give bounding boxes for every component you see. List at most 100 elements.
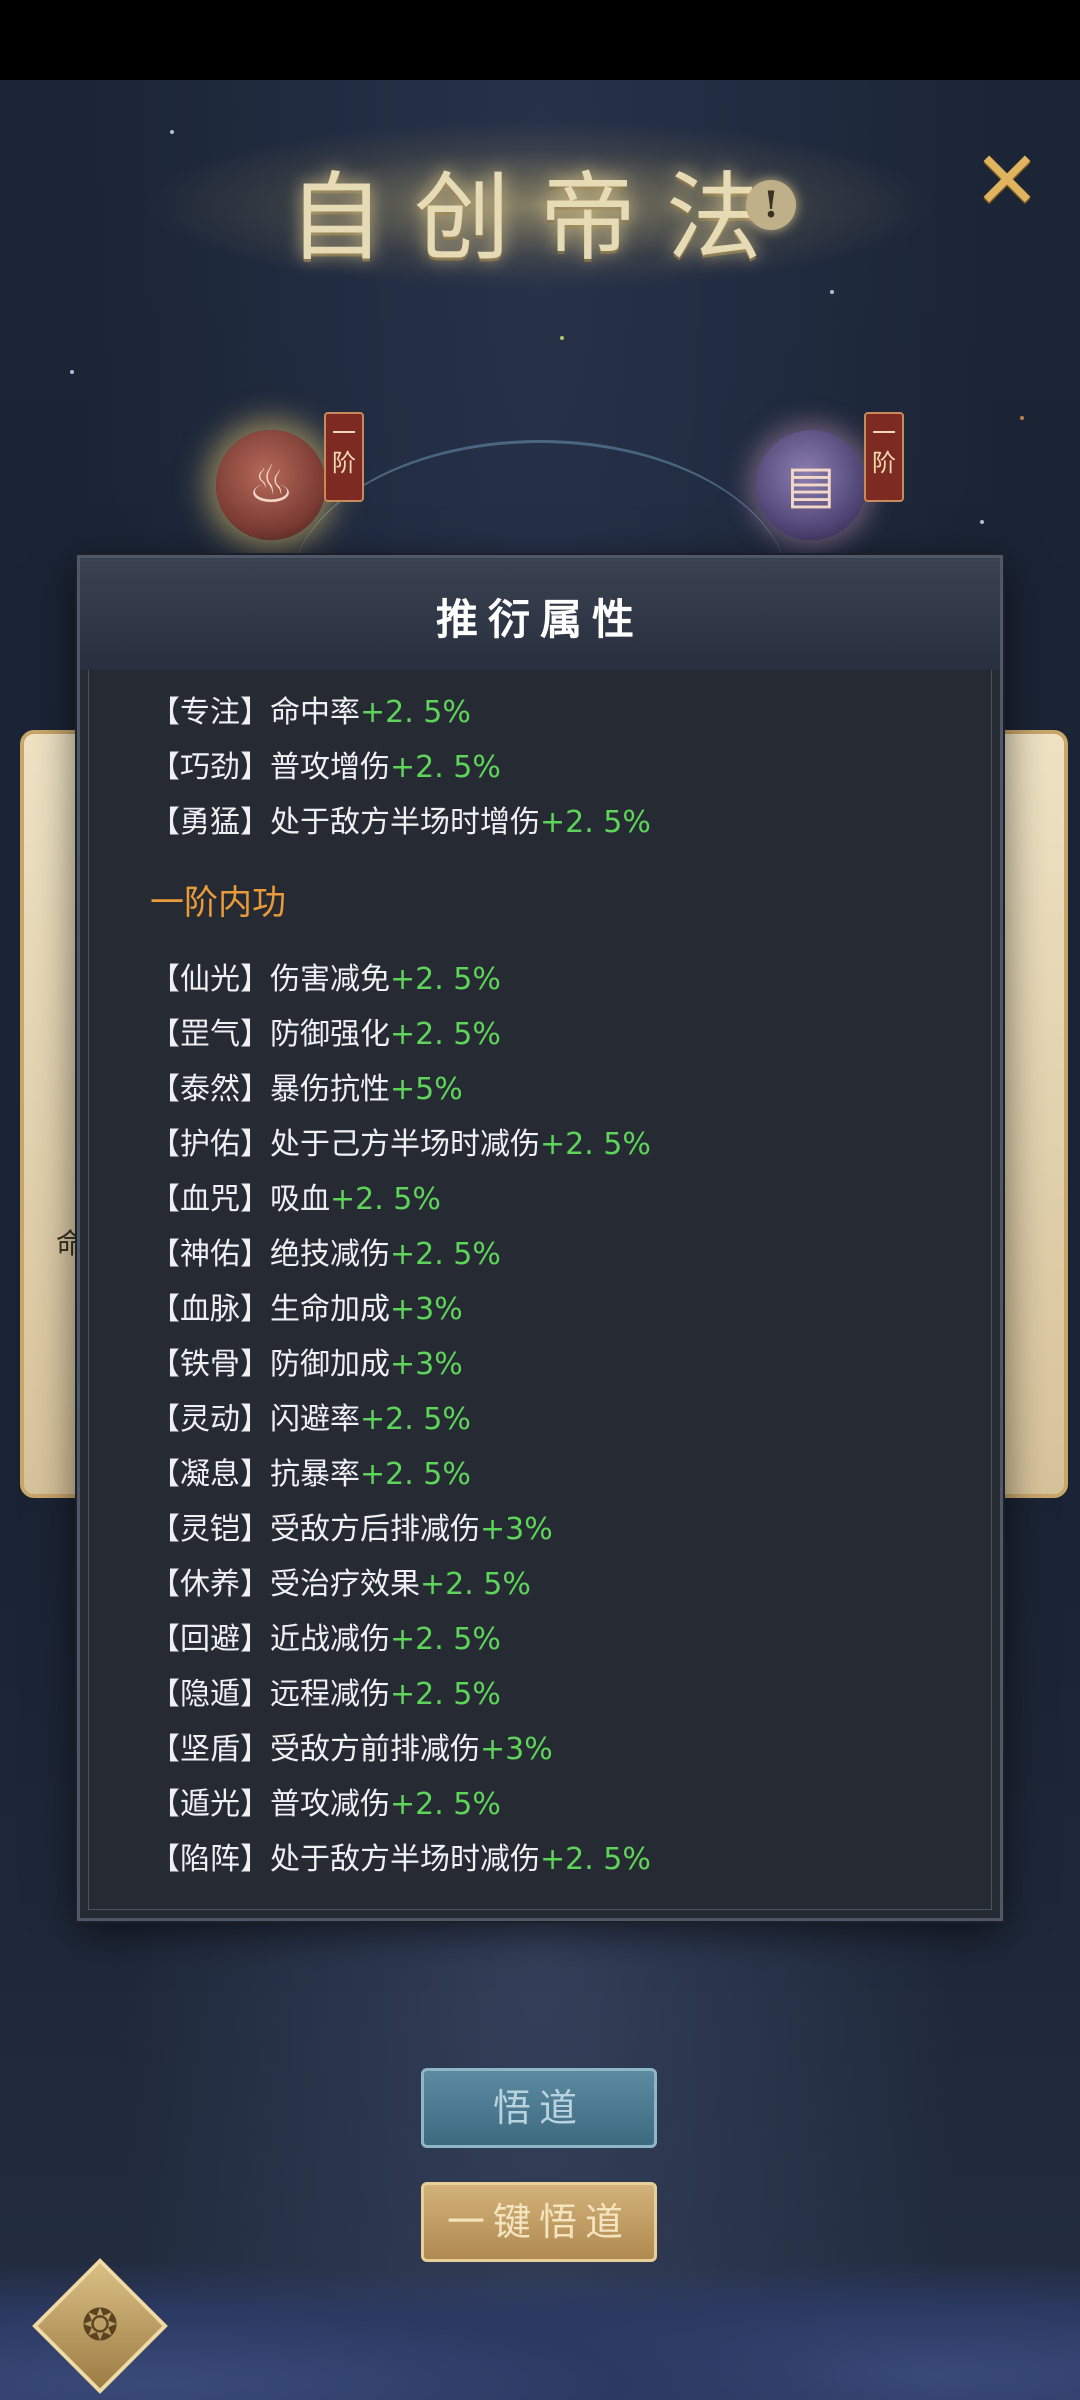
attribute-name: 【休养】: [150, 1567, 270, 1602]
attribute-name: 【专注】: [150, 695, 270, 730]
attribute-bonus: +2.5%: [390, 670, 491, 675]
attribute-row: 【血脉】生命加成+3%: [150, 1282, 930, 1337]
attribute-bonus: +2. 5%: [360, 1402, 471, 1437]
attribute-row: 【神佑】绝技减伤+2. 5%: [150, 1227, 930, 1282]
attribute-list-viewport[interactable]: 【闪避】伤害减免+2.5%【专注】命中率+2. 5%【巧劲】普攻增伤+2. 5%…: [80, 670, 1000, 1885]
swirl-icon: ❂: [81, 2300, 119, 2351]
attribute-row: 【回避】近战减伤+2. 5%: [150, 1612, 930, 1667]
attribute-bonus: +2. 5%: [390, 1677, 501, 1712]
attribute-bonus: +2. 5%: [390, 1622, 501, 1657]
attribute-bonus: +2. 5%: [540, 1842, 651, 1877]
attribute-bonus: +2. 5%: [330, 1182, 441, 1217]
attribute-name: 【灵铠】: [150, 1512, 270, 1547]
rank-tag-right: 一 阶: [864, 412, 904, 502]
attribute-row: 【巧劲】普攻增伤+2. 5%: [150, 740, 930, 795]
attribute-name: 【护佑】: [150, 1127, 270, 1162]
panel-header: 推衍属性: [80, 558, 1000, 670]
attribute-row: 【护佑】处于己方半场时减伤+2. 5%: [150, 1117, 930, 1172]
attribute-name: 【坚盾】: [150, 1732, 270, 1767]
attribute-desc: 普攻增伤: [270, 750, 390, 785]
attribute-bonus: +5%: [390, 1072, 463, 1107]
attribute-desc: 处于敌方半场时增伤: [270, 805, 540, 840]
attribute-row: 【灵动】闪避率+2. 5%: [150, 1392, 930, 1447]
info-icon[interactable]: !: [746, 180, 796, 230]
attribute-name: 【血咒】: [150, 1182, 270, 1217]
attribute-desc: 受敌方后排减伤: [270, 1512, 480, 1547]
attribute-desc: 普攻减伤: [270, 1787, 390, 1822]
panel-title: 推衍属性: [435, 595, 644, 644]
attribute-desc: 伤害减免: [270, 962, 390, 997]
attribute-row: 【凝息】抗暴率+2. 5%: [150, 1447, 930, 1502]
attribute-name: 【遁光】: [150, 1787, 270, 1822]
attribute-panel: 推衍属性 【闪避】伤害减免+2.5%【专注】命中率+2. 5%【巧劲】普攻增伤+…: [77, 555, 1003, 1921]
attribute-row: 【陷阵】处于敌方半场时减伤+2. 5%: [150, 1832, 930, 1885]
star-decoration: [830, 290, 834, 294]
attribute-desc: 命中率: [270, 695, 360, 730]
attribute-name: 【陷阵】: [150, 1842, 270, 1877]
skill-orb-right[interactable]: ▤: [756, 430, 866, 540]
attribute-desc: 防御加成: [270, 1347, 390, 1382]
attribute-desc: 受敌方前排减伤: [270, 1732, 480, 1767]
rank-tag-left: 一 阶: [324, 412, 364, 502]
attribute-bonus: +2. 5%: [360, 1457, 471, 1492]
attribute-bonus: +2. 5%: [390, 962, 501, 997]
attribute-name: 【巧劲】: [150, 750, 270, 785]
star-decoration: [560, 336, 564, 340]
attribute-bonus: +2. 5%: [390, 1787, 501, 1822]
attribute-desc: 伤害减免: [270, 670, 390, 675]
attribute-row: 【铁骨】防御加成+3%: [150, 1337, 930, 1392]
attribute-bonus: +3%: [480, 1512, 553, 1547]
attribute-desc: 远程减伤: [270, 1677, 390, 1712]
attribute-desc: 处于己方半场时减伤: [270, 1127, 540, 1162]
page-title: 自创帝法: [288, 162, 792, 274]
status-bar: [0, 0, 1080, 80]
attribute-name: 【隐遁】: [150, 1677, 270, 1712]
wudao-button[interactable]: 悟道: [421, 2068, 657, 2148]
attribute-name: 【勇猛】: [150, 805, 270, 840]
attribute-bonus: +2. 5%: [540, 1127, 651, 1162]
skill-orb-left[interactable]: ♨: [216, 430, 326, 540]
attribute-name: 【神佑】: [150, 1237, 270, 1272]
attribute-row: 【遁光】普攻减伤+2. 5%: [150, 1777, 930, 1832]
attribute-name: 【回避】: [150, 1622, 270, 1657]
attribute-name: 【罡气】: [150, 1017, 270, 1052]
attribute-desc: 受治疗效果: [270, 1567, 420, 1602]
flame-icon: ♨: [247, 455, 295, 515]
attribute-list: 【闪避】伤害减免+2.5%【专注】命中率+2. 5%【巧劲】普攻增伤+2. 5%…: [150, 670, 930, 1885]
attribute-name: 【铁骨】: [150, 1347, 270, 1382]
attribute-desc: 处于敌方半场时减伤: [270, 1842, 540, 1877]
attribute-desc: 抗暴率: [270, 1457, 360, 1492]
attribute-bonus: +2. 5%: [390, 1017, 501, 1052]
attribute-row: 【休养】受治疗效果+2. 5%: [150, 1557, 930, 1612]
attribute-desc: 闪避率: [270, 1402, 360, 1437]
attribute-name: 【泰然】: [150, 1072, 270, 1107]
attribute-row: 【勇猛】处于敌方半场时增伤+2. 5%: [150, 795, 930, 850]
attribute-name: 【凝息】: [150, 1457, 270, 1492]
attribute-row: 【仙光】伤害减免+2. 5%: [150, 952, 930, 1007]
attribute-row: 【罡气】防御强化+2. 5%: [150, 1007, 930, 1062]
attribute-row: 【闪避】伤害减免+2.5%: [150, 670, 930, 685]
attribute-bonus: +2. 5%: [540, 805, 651, 840]
attribute-bonus: +2. 5%: [390, 1237, 501, 1272]
attribute-bonus: +3%: [390, 1292, 463, 1327]
section-title: 一阶内功: [150, 883, 286, 923]
attribute-desc: 绝技减伤: [270, 1237, 390, 1272]
attribute-row: 【隐遁】远程减伤+2. 5%: [150, 1667, 930, 1722]
attribute-bonus: +2. 5%: [390, 750, 501, 785]
attribute-row: 【专注】命中率+2. 5%: [150, 685, 930, 740]
attribute-desc: 近战减伤: [270, 1622, 390, 1657]
attribute-name: 【仙光】: [150, 962, 270, 997]
attribute-desc: 吸血: [270, 1182, 330, 1217]
attribute-desc: 暴伤抗性: [270, 1072, 390, 1107]
attribute-name: 【血脉】: [150, 1292, 270, 1327]
attribute-bonus: +3%: [480, 1732, 553, 1767]
close-button[interactable]: ✕: [972, 141, 1042, 221]
star-decoration: [1020, 416, 1024, 420]
attribute-row: 【坚盾】受敌方前排减伤+3%: [150, 1722, 930, 1777]
attribute-bonus: +2. 5%: [420, 1567, 531, 1602]
star-decoration: [70, 370, 74, 374]
attribute-row: 【血咒】吸血+2. 5%: [150, 1172, 930, 1227]
attribute-bonus: +2. 5%: [360, 695, 471, 730]
attribute-desc: 防御强化: [270, 1017, 390, 1052]
star-decoration: [980, 520, 984, 524]
